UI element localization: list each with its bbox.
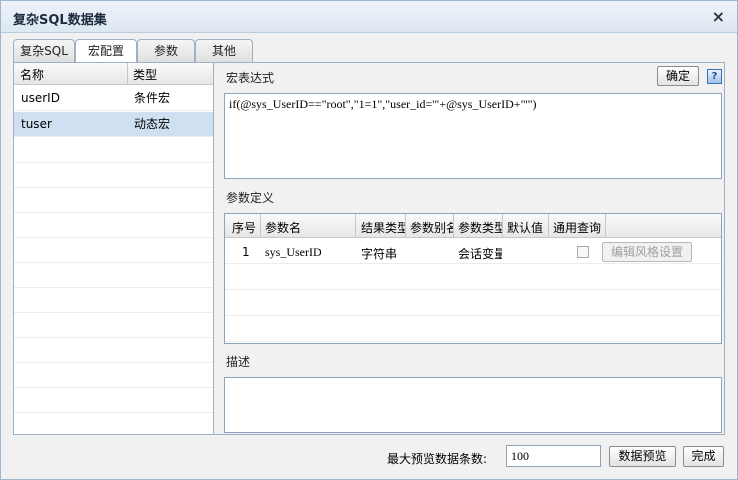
max-preview-label: 最大预览数据条数:: [387, 452, 488, 466]
param-index: 1: [242, 245, 250, 259]
column-header-param-name[interactable]: 参数名: [265, 219, 353, 236]
param-type: 会话变量: [458, 247, 502, 261]
list-item-empty: [14, 213, 213, 238]
table-row-empty: [225, 317, 721, 342]
title-bar: 复杂SQL数据集 ×: [1, 1, 737, 33]
table-row-empty: [225, 265, 721, 290]
list-item-empty: [14, 188, 213, 213]
max-preview-input[interactable]: 100: [506, 445, 601, 467]
params-label: 参数定义: [226, 191, 275, 205]
macro-list: 名称 类型 userID 条件宏 tuser 动态宏: [14, 63, 214, 434]
column-header-param-type[interactable]: 参数类型: [458, 219, 502, 236]
list-item[interactable]: tuser 动态宏: [14, 112, 213, 137]
tab-complex-sql[interactable]: 复杂SQL: [13, 39, 75, 63]
macro-expr-label: 宏表达式: [226, 71, 275, 85]
column-header-general-query[interactable]: 通用查询: [553, 219, 623, 236]
help-icon[interactable]: ?: [707, 69, 722, 84]
column-header-default[interactable]: 默认值: [507, 219, 547, 236]
macro-config-panel: 名称 类型 userID 条件宏 tuser 动态宏 宏表达式 确定 ? if(…: [13, 62, 725, 435]
list-item-empty: [14, 363, 213, 388]
list-item-empty: [14, 288, 213, 313]
param-result-type: 字符串: [361, 247, 398, 261]
confirm-button[interactable]: 确定: [657, 66, 699, 86]
finish-button[interactable]: 完成: [683, 446, 724, 467]
list-item-empty: [14, 388, 213, 413]
column-header-result-type[interactable]: 结果类型: [361, 219, 405, 236]
description-label: 描述: [226, 355, 251, 369]
table-row-empty: [225, 291, 721, 316]
list-item[interactable]: userID 条件宏: [14, 86, 213, 111]
list-item-empty: [14, 163, 213, 188]
close-icon[interactable]: ×: [712, 7, 725, 26]
description-textarea[interactable]: [224, 377, 722, 433]
list-item-empty: [14, 338, 213, 363]
column-header-index[interactable]: 序号: [232, 219, 260, 236]
edit-style-button[interactable]: 编辑风格设置: [602, 242, 692, 262]
params-grid: 序号 参数名 结果类型 参数别名 参数类型 默认值 通用查询 1 sys_Use…: [224, 213, 722, 344]
column-header-type[interactable]: 类型: [133, 66, 157, 83]
tab-other[interactable]: 其他: [195, 39, 253, 63]
column-header-name[interactable]: 名称: [20, 66, 44, 83]
macro-list-header: 名称 类型: [14, 63, 213, 85]
macro-name: tuser: [21, 117, 52, 131]
dialog-title: 复杂SQL数据集: [13, 13, 107, 28]
macro-name: userID: [21, 91, 60, 105]
list-item-empty: [14, 138, 213, 163]
general-query-checkbox[interactable]: [577, 246, 589, 258]
table-row[interactable]: 1 sys_UserID 字符串 会话变量 编辑风格设置: [225, 239, 721, 264]
macro-type: 条件宏: [134, 91, 171, 105]
complex-sql-dataset-dialog: 复杂SQL数据集 × 复杂SQL 宏配置 参数 其他 名称 类型 userID …: [0, 0, 738, 480]
list-item-empty: [14, 263, 213, 288]
macro-type: 动态宏: [134, 117, 171, 131]
list-item-empty: [14, 313, 213, 338]
param-name: sys_UserID: [265, 245, 322, 259]
params-grid-header: 序号 参数名 结果类型 参数别名 参数类型 默认值 通用查询: [225, 214, 721, 238]
list-item-empty: [14, 238, 213, 263]
macro-expression-textarea[interactable]: if(@sys_UserID=="root","1=1","user_id='"…: [224, 93, 722, 179]
column-header-alias[interactable]: 参数别名: [410, 219, 453, 236]
tab-params[interactable]: 参数: [137, 39, 195, 63]
data-preview-button[interactable]: 数据预览: [609, 446, 676, 467]
tab-macro-config[interactable]: 宏配置: [75, 39, 137, 64]
